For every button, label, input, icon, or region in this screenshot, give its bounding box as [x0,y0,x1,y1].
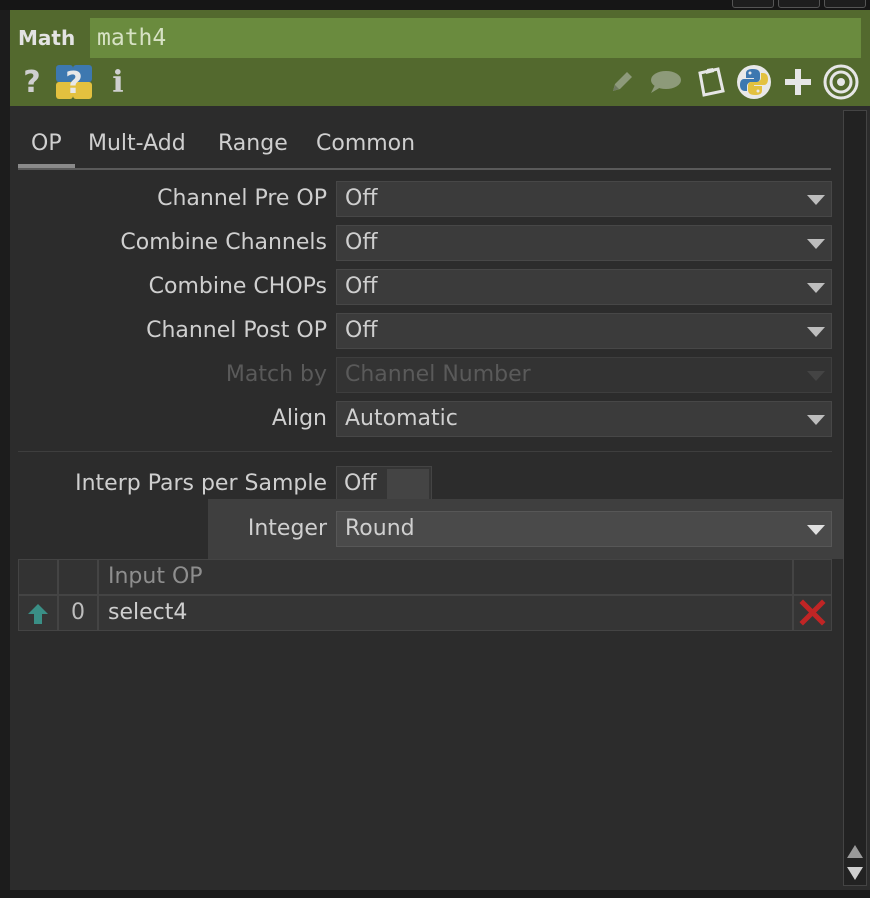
channel-pre-op-label: Channel Pre OP [157,186,327,211]
op-type-label: Math [18,26,76,50]
param-match-by: Match by Channel Number [10,357,832,393]
param-combine-chops: Combine CHOPs Off [10,269,832,305]
integer-value: Round [345,516,415,541]
channel-pre-op-value: Off [345,186,378,211]
comment-icon[interactable] [647,64,683,100]
clipboard-icon[interactable] [692,64,728,100]
scroll-down-icon[interactable] [847,867,863,880]
integer-label: Integer [247,516,327,541]
delete-x-icon[interactable] [794,596,831,630]
table-row-delete[interactable] [793,595,832,631]
tab-mult-add[interactable]: Mult-Add [88,130,186,166]
chevron-down-icon [807,415,825,425]
python-icon[interactable] [736,64,772,100]
vertical-scrollbar[interactable] [843,110,867,886]
match-by-label: Match by [225,362,327,387]
channel-pre-op-dropdown[interactable]: Off [336,181,832,217]
chevron-down-icon [807,239,825,249]
top-button-3[interactable] [824,0,866,8]
inputs-table: Input OP 0 select4 [18,559,832,631]
viewer-icon[interactable] [822,64,860,100]
param-integer: Integer Round [10,511,832,547]
parameter-panel: Math math4 ? ? i OP Mult-Add Range Commo… [10,10,870,890]
param-combine-channels: Combine Channels Off [10,225,832,261]
page-tabs: OP Mult-Add Range Common [18,130,831,170]
combine-chops-dropdown[interactable]: Off [336,269,832,305]
table-row-input-op[interactable]: select4 [98,595,793,631]
combine-chops-label: Combine CHOPs [148,274,327,299]
param-channel-post-op: Channel Post OP Off [10,313,832,349]
tab-common[interactable]: Common [316,130,415,166]
interp-pars-value: Off [344,471,377,496]
param-interp-pars: Interp Pars per Sample Off [10,466,832,502]
table-header-input-op: Input OP [98,559,793,595]
edit-icon[interactable] [606,64,638,100]
combine-channels-dropdown[interactable]: Off [336,225,832,261]
align-label: Align [271,406,327,431]
add-icon[interactable] [782,64,814,100]
toggle-knob [387,469,429,499]
scroll-up-icon[interactable] [847,845,863,858]
help-icon[interactable]: ? [20,64,44,100]
chevron-down-icon [807,283,825,293]
op-name-field[interactable]: math4 [90,18,861,58]
chevron-down-icon [807,195,825,205]
tab-range[interactable]: Range [218,130,288,166]
top-button-1[interactable] [732,0,774,8]
interp-pars-toggle[interactable]: Off [336,466,432,502]
chevron-down-icon [807,327,825,337]
channel-post-op-label: Channel Post OP [146,318,327,343]
align-dropdown[interactable]: Automatic [336,401,832,437]
table-header-index [58,559,98,595]
info-icon[interactable]: i [108,64,128,100]
panel-header: Math math4 ? ? i [10,10,870,106]
table-row[interactable] [18,595,58,631]
python-help-icon[interactable]: ? [55,64,93,100]
integer-dropdown[interactable]: Round [336,511,832,547]
tab-op[interactable]: OP [18,130,75,168]
section-divider [18,451,832,452]
top-strip [0,0,870,10]
channel-post-op-value: Off [345,318,378,343]
chevron-down-icon [807,371,825,381]
match-by-value: Channel Number [345,362,531,387]
top-button-2[interactable] [778,0,820,8]
table-header-blank [18,559,58,595]
arrow-up-icon[interactable] [19,596,57,630]
combine-chops-value: Off [345,274,378,299]
param-channel-pre-op: Channel Pre OP Off [10,181,832,217]
combine-channels-label: Combine Channels [120,230,327,255]
match-by-dropdown: Channel Number [336,357,832,393]
combine-channels-value: Off [345,230,378,255]
param-align: Align Automatic [10,401,832,437]
align-value: Automatic [345,406,458,431]
table-row-index: 0 [58,595,98,631]
channel-post-op-dropdown[interactable]: Off [336,313,832,349]
table-header-delete [793,559,832,595]
interp-pars-label: Interp Pars per Sample [75,471,327,496]
chevron-down-icon [807,525,825,535]
svg-text:?: ? [65,66,82,100]
